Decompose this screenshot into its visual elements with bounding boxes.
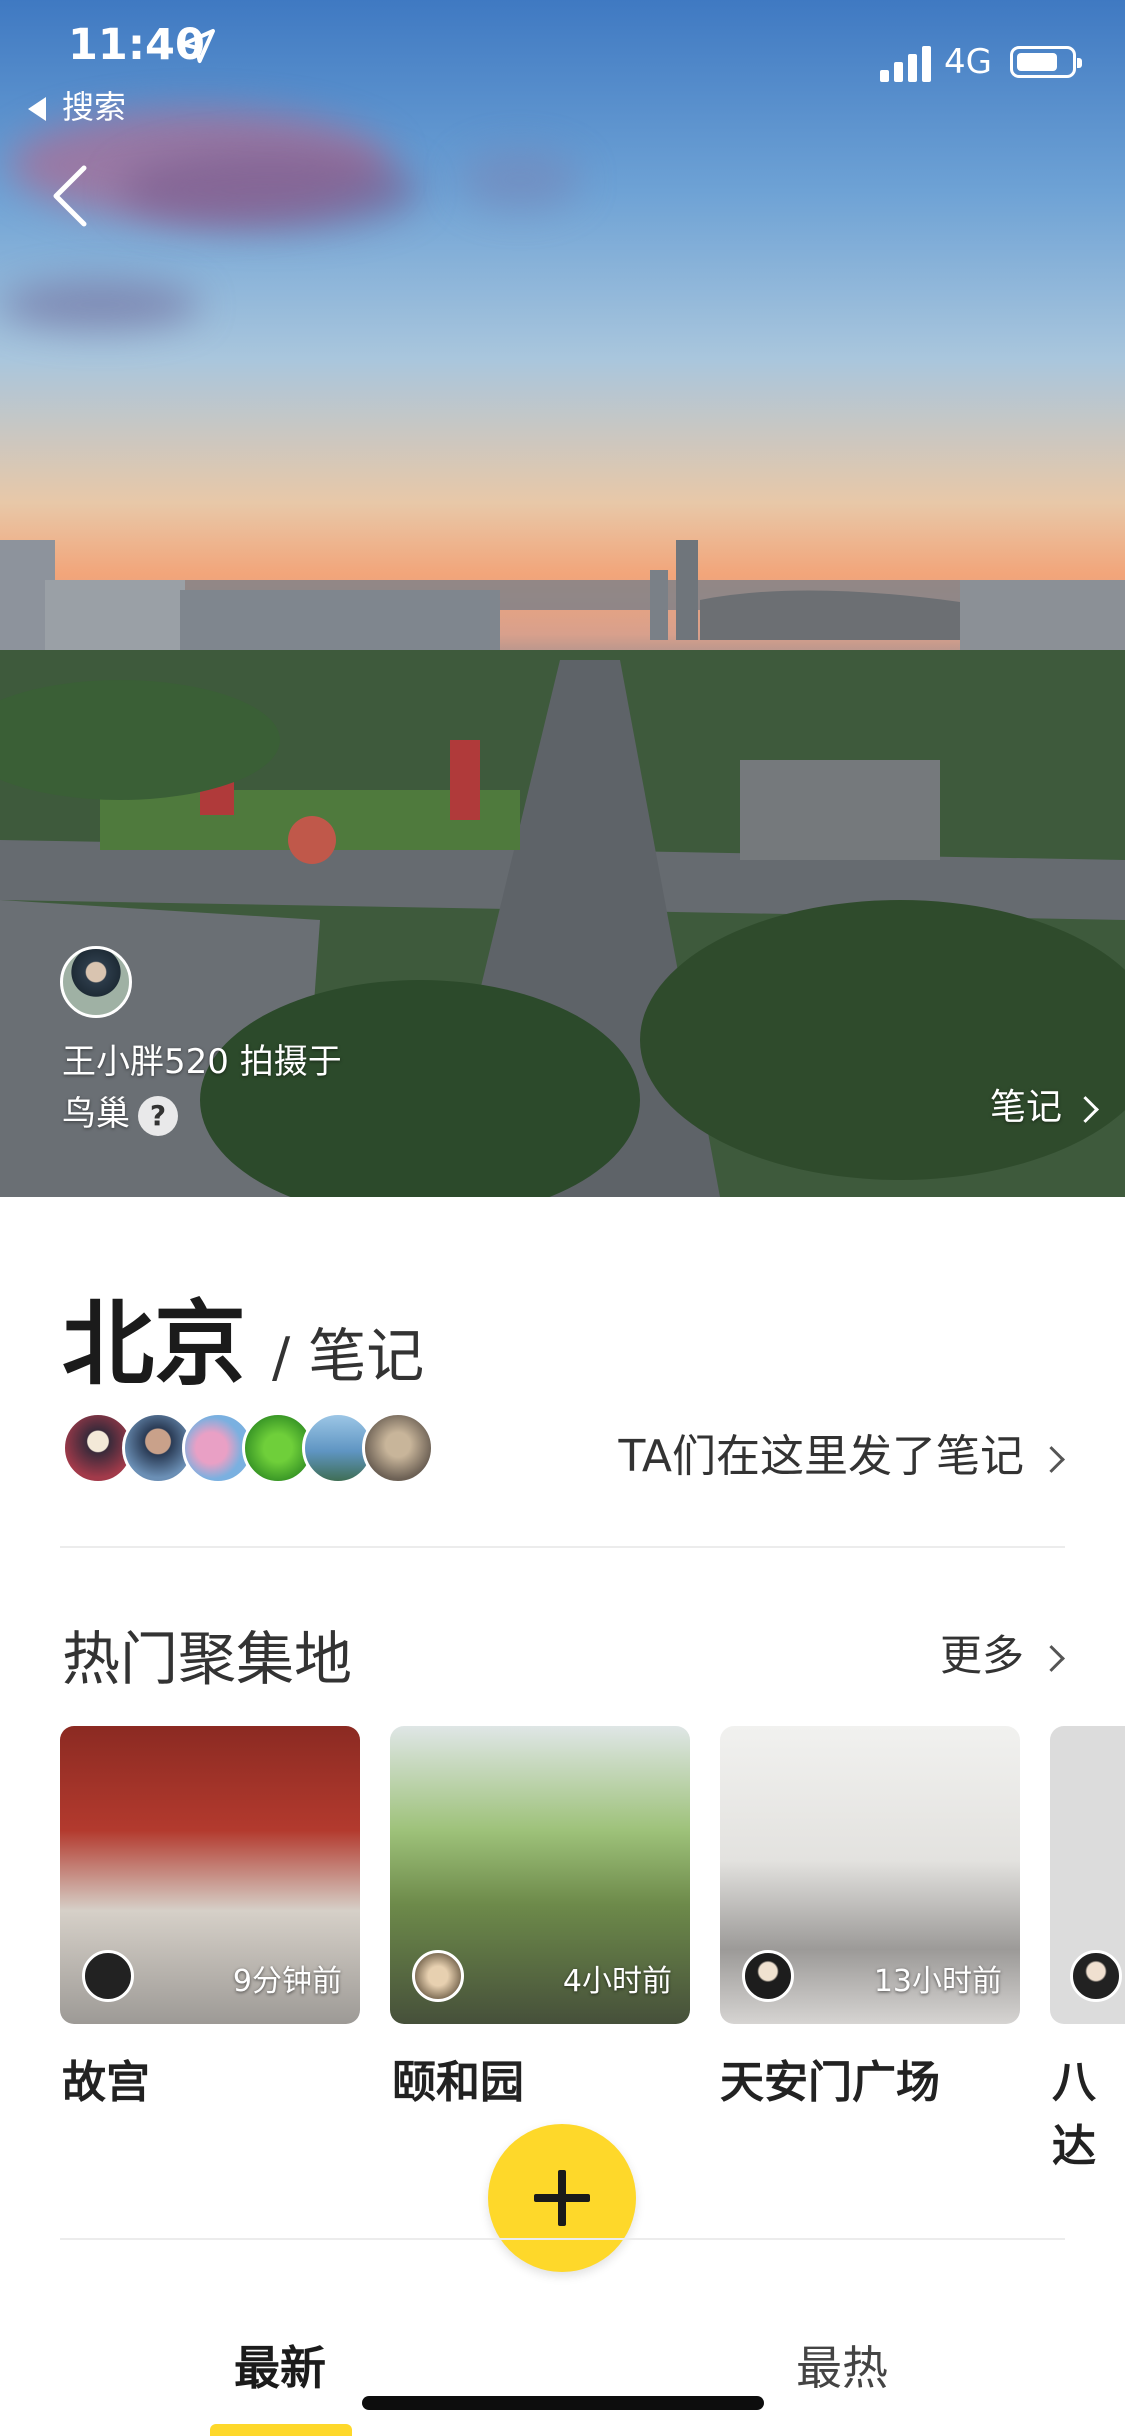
back-app-label: 搜索 xyxy=(62,88,127,126)
cloud xyxy=(0,280,200,330)
posted-notes-link[interactable]: TA们在这里发了笔记 xyxy=(618,1420,1065,1484)
city-name: 北京 xyxy=(62,1291,247,1398)
page-title: 北京 / 笔记 xyxy=(62,1270,424,1398)
home-indicator[interactable] xyxy=(362,2396,764,2410)
hot-spots-carousel[interactable]: 9分钟前 4小时前 13小时前 xyxy=(60,1726,1125,2026)
author-caption: 王小胖520 拍摄于 xyxy=(62,1042,342,1082)
hero-photo[interactable]: 11:40 搜索 4G 王小胖520 拍摄于 鸟巢? 笔记 xyxy=(0,0,1125,1197)
notes-link[interactable]: 笔记 xyxy=(989,1078,1099,1130)
more-label: 更多 xyxy=(939,1631,1024,1680)
chevron-right-icon xyxy=(1038,1645,1065,1672)
spot-time: 9分钟前 xyxy=(232,1964,342,1999)
author-avatar[interactable] xyxy=(60,946,132,1018)
spot-time: 4小时前 xyxy=(562,1964,672,1999)
spot-card-gugong[interactable]: 9分钟前 xyxy=(60,1726,360,2024)
back-triangle-icon xyxy=(28,97,46,121)
signal-icon xyxy=(880,46,931,82)
avatar xyxy=(412,1950,464,2002)
avatar xyxy=(82,1950,134,2002)
photo-credit[interactable]: 王小胖520 拍摄于 鸟巢? xyxy=(62,1036,392,1140)
add-note-button[interactable] xyxy=(488,2124,636,2272)
title-separator: / xyxy=(272,1326,291,1389)
chevron-left-icon[interactable] xyxy=(50,164,90,228)
posted-notes-label: TA们在这里发了笔记 xyxy=(618,1431,1024,1482)
avatar xyxy=(1070,1950,1122,2002)
spot-card-yiheyuan[interactable]: 4小时前 xyxy=(390,1726,690,2024)
spot-card-badaling[interactable] xyxy=(1050,1726,1125,2024)
avatar[interactable] xyxy=(362,1412,434,1484)
spot-name[interactable]: 颐和园 xyxy=(392,2046,524,2110)
hot-spots-title: 热门聚集地 xyxy=(62,1625,353,1693)
spot-card-tiananmen[interactable]: 13小时前 xyxy=(720,1726,1020,2024)
tab-indicator xyxy=(210,2424,352,2436)
status-bar: 11:40 搜索 4G xyxy=(0,0,1125,130)
tab-latest[interactable]: 最新 xyxy=(234,2332,326,2398)
chevron-right-icon xyxy=(1072,1095,1099,1123)
spot-name[interactable]: 故宫 xyxy=(62,2046,150,2110)
spot-name[interactable]: 天安门广场 xyxy=(720,2046,940,2110)
more-link[interactable]: 更多 xyxy=(939,1622,1065,1683)
divider xyxy=(60,1546,1065,1548)
spot-time: 13小时前 xyxy=(873,1964,1002,1999)
network-type: 4G xyxy=(944,42,992,82)
tab-hottest[interactable]: 最热 xyxy=(796,2332,888,2398)
notes-link-label: 笔记 xyxy=(989,1087,1062,1128)
battery-icon xyxy=(1010,46,1082,78)
title-subtitle: 笔记 xyxy=(308,1322,425,1390)
divider xyxy=(60,2238,1065,2240)
location-arrow-icon xyxy=(181,29,215,63)
back-to-search-button[interactable]: 搜索 xyxy=(28,82,126,128)
avatar xyxy=(742,1950,794,2002)
cloud xyxy=(120,150,420,230)
chevron-right-icon xyxy=(1038,1445,1065,1473)
cloud xyxy=(460,150,580,210)
location-name: 鸟巢 xyxy=(62,1094,130,1134)
spot-name[interactable]: 八达 xyxy=(1052,2046,1125,2174)
help-icon[interactable]: ? xyxy=(138,1095,178,1136)
